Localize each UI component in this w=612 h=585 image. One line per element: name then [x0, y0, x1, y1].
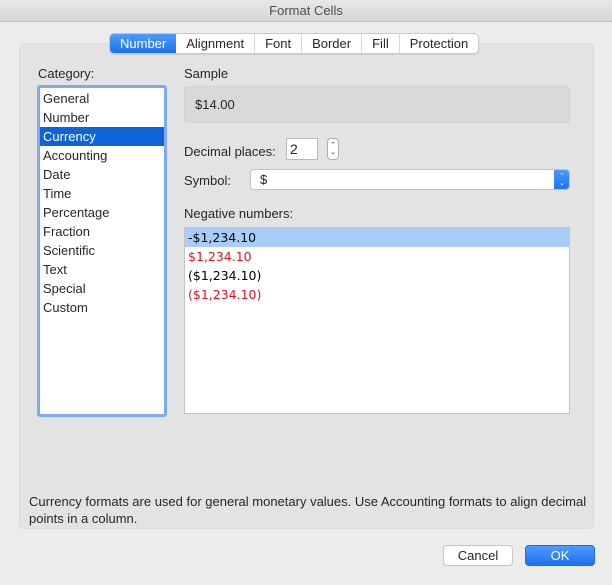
negative-format-item[interactable]: $1,234.10: [185, 247, 569, 266]
category-item-number[interactable]: Number: [40, 108, 164, 127]
tab-bar: Number Alignment Font Border Fill Protec…: [109, 33, 480, 54]
decimal-places-stepper[interactable]: ⌃ ⌄: [327, 138, 339, 160]
stepper-up-icon[interactable]: ⌃: [330, 142, 336, 149]
tab-border[interactable]: Border: [302, 34, 363, 53]
symbol-select[interactable]: $ ⌃ ⌄: [250, 169, 570, 190]
tab-protection[interactable]: Protection: [400, 34, 479, 53]
chevron-down-icon: ⌄: [559, 179, 565, 187]
category-item-general[interactable]: General: [40, 89, 164, 108]
title-bar: Format Cells: [0, 0, 612, 22]
category-item-accounting[interactable]: Accounting: [40, 146, 164, 165]
decimal-places-label: Decimal places:: [184, 144, 276, 159]
decimal-places-input[interactable]: 2: [286, 138, 318, 160]
negative-numbers-list[interactable]: -$1,234.10 $1,234.10 ($1,234.10) ($1,234…: [184, 227, 570, 414]
tab-number[interactable]: Number: [110, 34, 177, 53]
negative-format-item[interactable]: ($1,234.10): [185, 266, 569, 285]
symbol-value: $: [260, 172, 268, 187]
format-description: Currency formats are used for general mo…: [29, 494, 587, 526]
sample-value: $14.00: [195, 97, 235, 112]
category-label: Category:: [38, 66, 95, 81]
tab-alignment[interactable]: Alignment: [176, 34, 256, 53]
symbol-label: Symbol:: [184, 173, 231, 188]
category-item-custom[interactable]: Custom: [40, 298, 164, 317]
stepper-down-icon[interactable]: ⌄: [330, 149, 336, 156]
category-item-fraction[interactable]: Fraction: [40, 222, 164, 241]
tab-fill[interactable]: Fill: [362, 34, 400, 53]
category-item-currency[interactable]: Currency: [40, 127, 164, 146]
negative-format-item[interactable]: ($1,234.10): [185, 285, 569, 304]
cancel-button[interactable]: Cancel: [443, 545, 513, 566]
sample-label: Sample: [184, 66, 229, 81]
sample-preview: $14.00: [184, 86, 570, 123]
tab-font[interactable]: Font: [255, 34, 303, 53]
category-item-date[interactable]: Date: [40, 165, 164, 184]
negative-numbers-label: Negative numbers:: [184, 206, 294, 221]
select-chevron-icon[interactable]: ⌃ ⌄: [554, 170, 569, 189]
category-item-scientific[interactable]: Scientific: [40, 241, 164, 260]
category-item-percentage[interactable]: Percentage: [40, 203, 164, 222]
negative-format-item[interactable]: -$1,234.10: [185, 228, 569, 247]
category-item-text[interactable]: Text: [40, 260, 164, 279]
window-title: Format Cells: [269, 3, 343, 18]
category-item-special[interactable]: Special: [40, 279, 164, 298]
ok-button[interactable]: OK: [525, 545, 595, 566]
chevron-up-icon: ⌃: [559, 172, 565, 180]
category-list[interactable]: General Number Currency Accounting Date …: [37, 85, 167, 417]
category-item-time[interactable]: Time: [40, 184, 164, 203]
